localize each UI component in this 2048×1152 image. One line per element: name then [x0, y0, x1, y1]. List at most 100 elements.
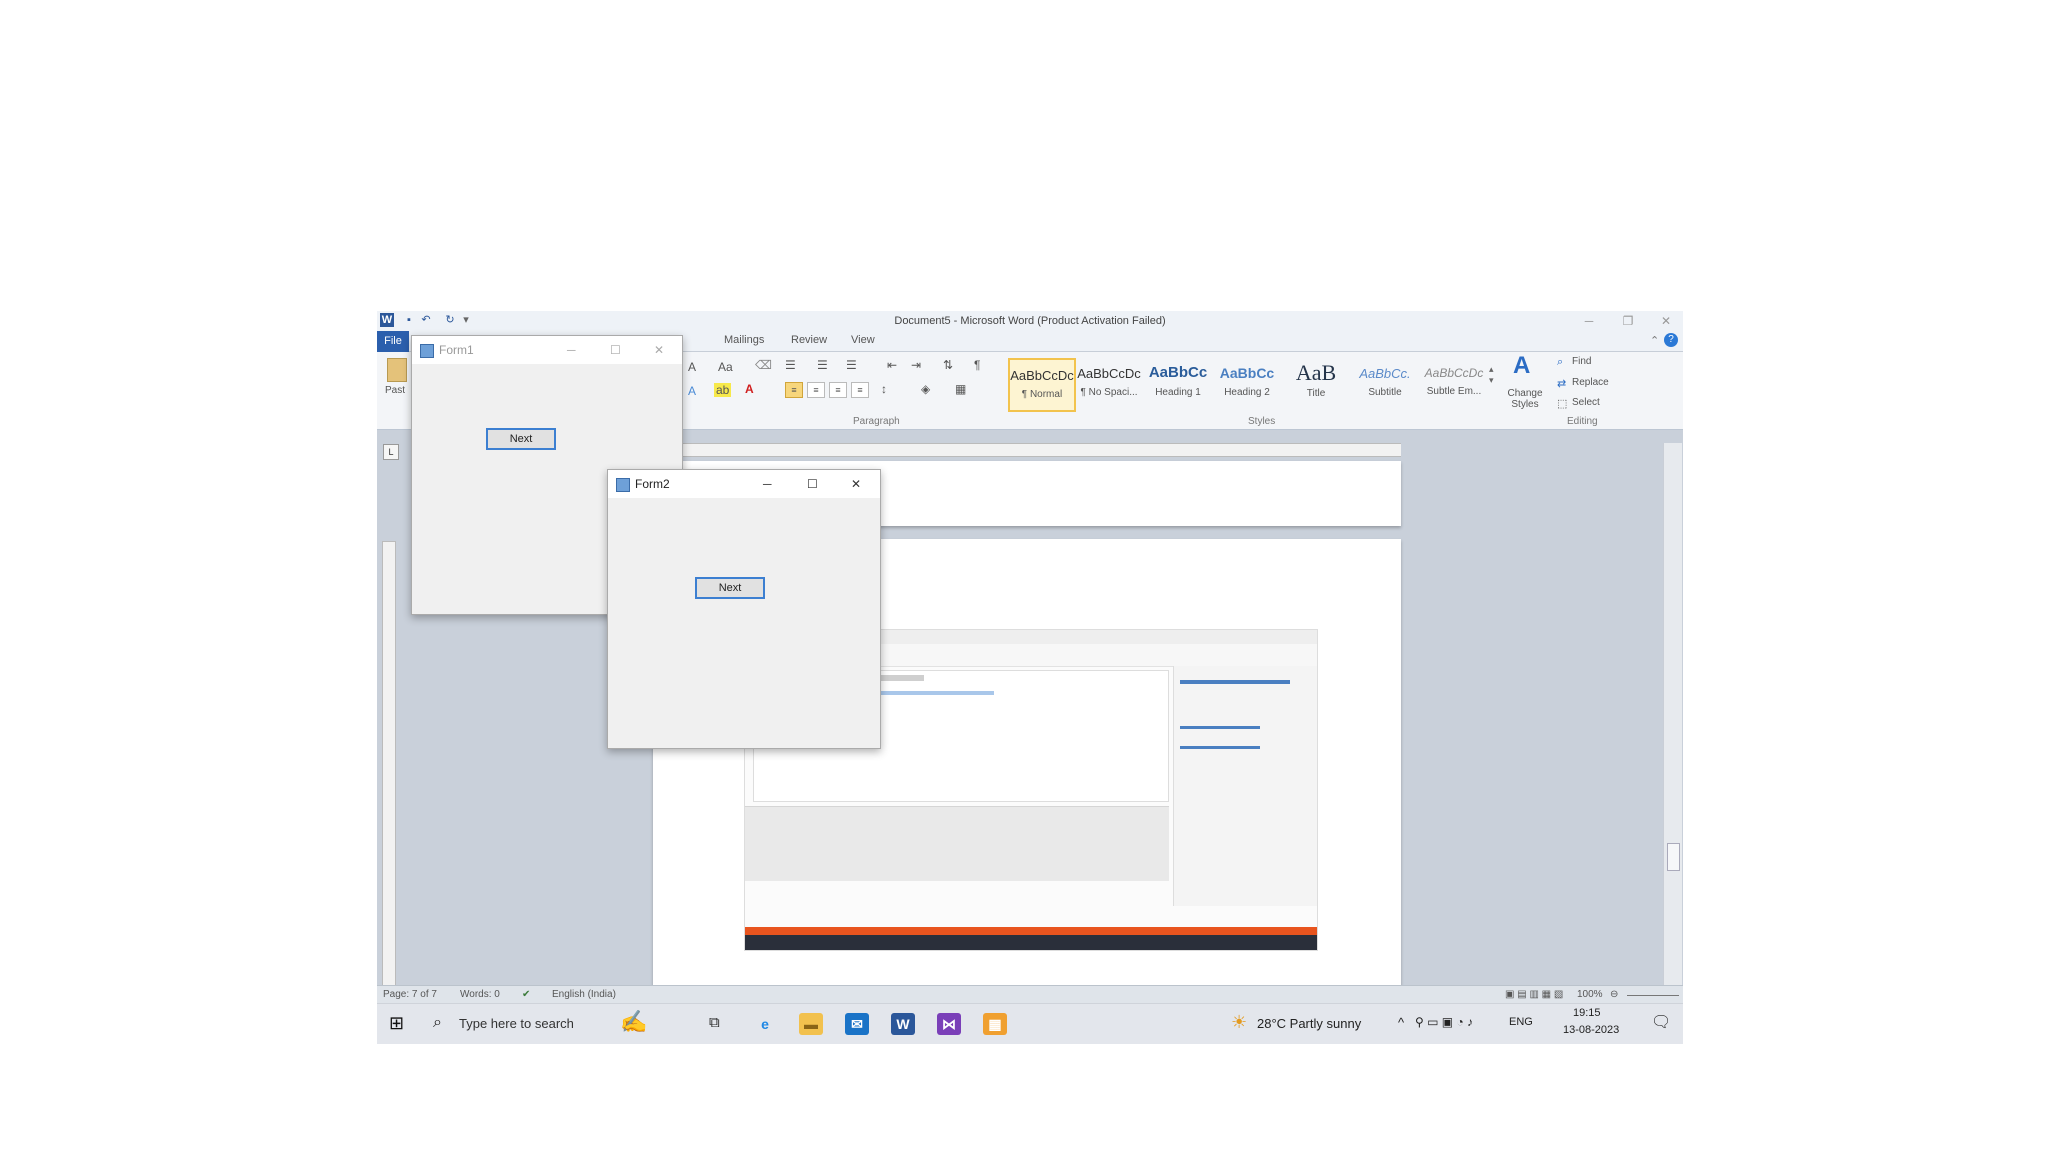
style-sample: AaBbCc.: [1359, 366, 1411, 381]
minimize-icon[interactable]: ─: [567, 336, 576, 364]
view-buttons[interactable]: ▣ ▤ ▥ ▦ ▧: [1505, 989, 1563, 1000]
align-left-icon[interactable]: ≡: [785, 382, 803, 398]
screenshot-link: [1180, 726, 1260, 729]
screenshot-taskbar: [745, 935, 1317, 950]
minimize-icon[interactable]: ─: [1574, 312, 1604, 330]
weather-text[interactable]: 28°C Partly sunny: [1257, 1016, 1361, 1031]
form1-title-bar: Form1 ─ ☐ ✕: [412, 336, 682, 364]
input-language[interactable]: ENG: [1509, 1016, 1533, 1028]
style-sample: AaBbCcDc: [1077, 366, 1141, 381]
find-icon: ⌕: [1557, 356, 1564, 368]
tab-mailings[interactable]: Mailings: [724, 334, 764, 346]
style-no-spacing[interactable]: AaBbCcDc ¶ No Spaci...: [1077, 358, 1141, 408]
font-color-icon[interactable]: A: [745, 382, 754, 396]
word-icon[interactable]: W: [891, 1013, 915, 1035]
borders-icon[interactable]: ▦: [955, 382, 966, 396]
style-subtitle[interactable]: AaBbCc. Subtitle: [1353, 358, 1417, 408]
notifications-icon[interactable]: 🗨: [1651, 1012, 1671, 1032]
style-normal[interactable]: AaBbCcDc ¶ Normal: [1008, 358, 1076, 412]
replace-icon: ⇄: [1557, 378, 1567, 390]
file-explorer-icon[interactable]: ▬: [799, 1013, 823, 1035]
ribbon-minimize-icon[interactable]: ⌃: [1650, 334, 1659, 347]
align-right-icon[interactable]: ≡: [829, 382, 847, 398]
horizontal-ruler[interactable]: [653, 443, 1401, 457]
select-icon: ⬚: [1557, 398, 1568, 410]
style-name: Heading 2: [1224, 387, 1270, 398]
style-name: ¶ Normal: [1021, 389, 1063, 400]
system-tray-icons[interactable]: ⚲ ▭ ▣ ◔ ♪: [1415, 1015, 1473, 1029]
paste-icon[interactable]: [387, 358, 407, 382]
zoom-level[interactable]: 100%: [1577, 989, 1603, 1000]
grow-font-icon[interactable]: A: [688, 360, 696, 374]
tab-selector-icon[interactable]: L: [383, 444, 399, 460]
change-case-icon[interactable]: Aa: [718, 360, 733, 374]
styles-scroll-icon[interactable]: ▴ ▾: [1489, 364, 1494, 386]
style-subtle-emphasis[interactable]: AaBbCcDc Subtle Em...: [1422, 358, 1486, 408]
show-hidden-icons-icon[interactable]: ^: [1398, 1015, 1404, 1030]
shading-icon[interactable]: ◈: [921, 382, 930, 396]
close-icon[interactable]: ✕: [654, 336, 664, 364]
form2-window: Form2 ─ ☐ ✕ Next: [607, 469, 881, 749]
page-count[interactable]: Page: 7 of 7: [383, 989, 437, 1000]
style-heading-2[interactable]: AaBbCc Heading 2: [1215, 358, 1279, 408]
editing-group-label: Editing: [1567, 416, 1598, 427]
style-name: ¶ No Spaci...: [1080, 387, 1138, 398]
vertical-scrollbar[interactable]: [1663, 443, 1682, 988]
minimize-icon[interactable]: ─: [763, 470, 772, 498]
paste-label[interactable]: Past: [385, 385, 405, 396]
visual-studio-icon[interactable]: ⋈: [937, 1013, 961, 1035]
tab-review[interactable]: Review: [791, 334, 827, 346]
close-icon[interactable]: ✕: [1651, 312, 1681, 330]
styles-group-label: Styles: [1248, 416, 1276, 427]
zoom-out-icon[interactable]: ⊖: [1610, 989, 1618, 1000]
proofing-icon[interactable]: ✔: [522, 989, 530, 1000]
app-icon: [420, 344, 434, 358]
restore-icon[interactable]: ❐: [1613, 312, 1643, 330]
style-sample: AaBbCcDc: [1010, 368, 1074, 383]
edge-icon[interactable]: e: [753, 1013, 777, 1035]
sort-icon[interactable]: ⇅: [943, 358, 953, 372]
windows-start-icon[interactable]: ⊞: [389, 1013, 404, 1034]
maximize-icon[interactable]: ☐: [807, 470, 818, 498]
select-button[interactable]: Select: [1572, 397, 1600, 408]
mail-icon[interactable]: ✉: [845, 1013, 869, 1035]
maximize-icon[interactable]: ☐: [610, 336, 621, 364]
taskbar-search-input[interactable]: Type here to search: [459, 1016, 574, 1031]
align-center-icon[interactable]: ≡: [807, 382, 825, 398]
style-heading-1[interactable]: AaBbCc Heading 1: [1146, 358, 1210, 408]
decrease-indent-icon[interactable]: ⇤: [887, 358, 897, 372]
change-styles-label[interactable]: Change Styles: [1503, 388, 1547, 410]
show-marks-icon[interactable]: ¶: [974, 358, 980, 372]
language-status[interactable]: English (India): [552, 989, 616, 1000]
replace-button[interactable]: Replace: [1572, 377, 1609, 388]
clear-format-icon[interactable]: ⌫: [755, 358, 772, 372]
justify-icon[interactable]: ≡: [851, 382, 869, 398]
numbering-icon[interactable]: ☰: [817, 358, 828, 372]
style-sample: AaBbCcDc: [1424, 366, 1484, 380]
bullets-icon[interactable]: ☰: [785, 358, 796, 372]
close-icon[interactable]: ✕: [851, 470, 861, 498]
multilevel-list-icon[interactable]: ☰: [846, 358, 857, 372]
change-styles-icon[interactable]: A: [1513, 352, 1530, 380]
app-form-icon[interactable]: ▦: [983, 1013, 1007, 1035]
clock-date[interactable]: 13-08-2023: [1563, 1024, 1619, 1036]
next-button[interactable]: Next: [486, 428, 556, 450]
zoom-slider[interactable]: [1627, 995, 1679, 996]
tab-file[interactable]: File: [377, 331, 409, 352]
search-highlight-icon: ✍: [620, 1009, 648, 1034]
next-button[interactable]: Next: [695, 577, 765, 599]
search-icon[interactable]: ⌕: [433, 1014, 442, 1032]
clock-time[interactable]: 19:15: [1573, 1007, 1601, 1019]
vertical-ruler[interactable]: [382, 541, 396, 993]
line-spacing-icon[interactable]: ↕: [881, 382, 887, 396]
scroll-thumb[interactable]: [1667, 843, 1680, 871]
increase-indent-icon[interactable]: ⇥: [911, 358, 921, 372]
highlight-icon[interactable]: ab: [714, 383, 732, 397]
find-button[interactable]: Find: [1572, 356, 1591, 367]
word-count[interactable]: Words: 0: [460, 989, 500, 1000]
tab-view[interactable]: View: [851, 334, 875, 346]
help-icon[interactable]: ?: [1664, 333, 1678, 347]
text-effects-icon[interactable]: A: [688, 384, 696, 398]
task-view-icon[interactable]: ⧉: [709, 1014, 720, 1031]
style-title[interactable]: AaB Title: [1284, 358, 1348, 408]
